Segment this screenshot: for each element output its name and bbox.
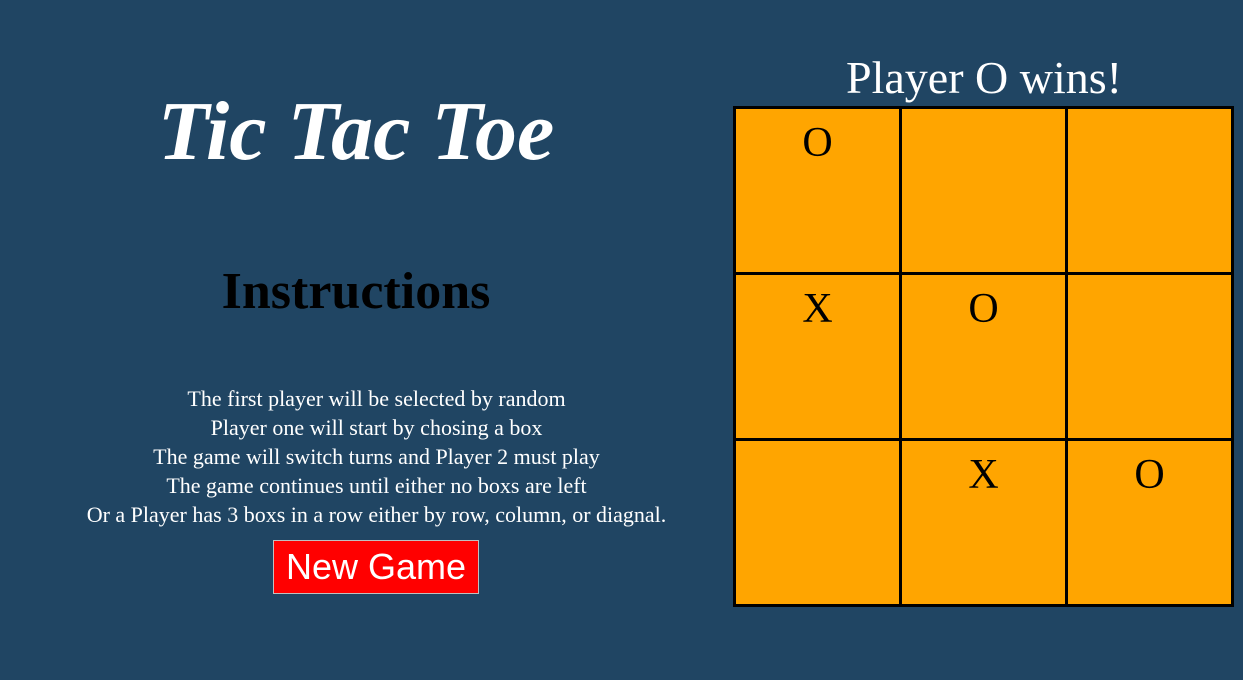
board-cell-r1-c3[interactable] — [1068, 109, 1231, 272]
board-cell-r2-c3[interactable] — [1068, 275, 1231, 438]
instruction-line: The game continues until either no boxs … — [166, 473, 587, 498]
board-cell-r3-c1[interactable] — [736, 441, 899, 604]
new-game-button[interactable]: New Game — [273, 540, 479, 594]
board-cell-r2-c2[interactable]: O — [902, 275, 1065, 438]
game-status: Player O wins! — [846, 52, 1122, 103]
game-title: Tic Tac Toe — [157, 85, 555, 178]
info-panel: Tic Tac Toe Instructions The first playe… — [0, 0, 755, 680]
instruction-line: Or a Player has 3 boxs in a row either b… — [86, 502, 667, 527]
board-cell-r3-c3[interactable]: O — [1068, 441, 1231, 604]
board-cell-r1-c2[interactable] — [902, 109, 1065, 272]
instruction-line: Player one will start by chosing a box — [210, 415, 543, 440]
instruction-line: The game will switch turns and Player 2 … — [153, 444, 600, 469]
instruction-line: The first player will be selected by ran… — [187, 386, 566, 411]
board-cell-r2-c1[interactable]: X — [736, 275, 899, 438]
board-cell-r1-c1[interactable]: O — [736, 109, 899, 272]
instructions-heading: Instructions — [221, 263, 491, 320]
instructions-list: The first player will be selected by ran… — [0, 384, 753, 529]
game-board: O X O X O — [733, 106, 1234, 607]
board-cell-r3-c2[interactable]: X — [902, 441, 1065, 604]
